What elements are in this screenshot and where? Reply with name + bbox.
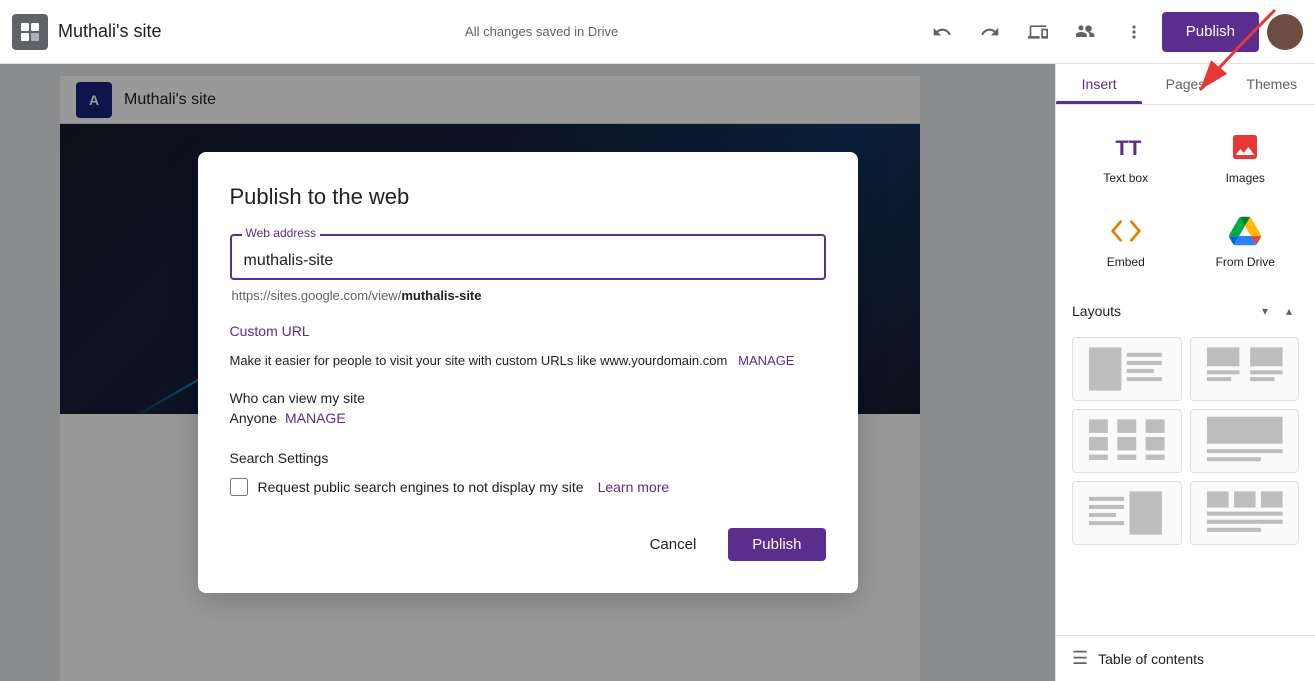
insert-from-drive[interactable]: From Drive — [1192, 205, 1300, 277]
drive-label: From Drive — [1216, 255, 1275, 269]
insert-text-box[interactable]: TT Text box — [1072, 121, 1180, 193]
canvas-area: A Muthali's site M Publish to the web We… — [0, 64, 1055, 681]
layout-item-2[interactable] — [1190, 337, 1300, 401]
header: Muthali's site All changes saved in Driv… — [0, 0, 1315, 64]
layout-item-5[interactable] — [1072, 481, 1182, 545]
header-logo: Muthali's site — [12, 14, 161, 50]
modal-actions: Cancel Publish — [230, 528, 826, 561]
modal-publish-button[interactable]: Publish — [728, 528, 825, 561]
insert-embed[interactable]: Embed — [1072, 205, 1180, 277]
cancel-button[interactable]: Cancel — [630, 528, 717, 561]
web-address-field: Web address — [230, 234, 826, 280]
sidebar-tabs: Insert Pages Themes — [1056, 64, 1315, 105]
drive-icon — [1227, 213, 1263, 249]
web-address-input[interactable] — [244, 252, 812, 270]
undo-button[interactable] — [922, 12, 962, 52]
toc-icon: ☰ — [1072, 648, 1088, 669]
expand-btn[interactable]: ▴ — [1279, 301, 1299, 321]
svg-text:TT: TT — [1115, 136, 1141, 160]
insert-images[interactable]: Images — [1192, 121, 1300, 193]
text-box-icon: TT — [1108, 129, 1144, 165]
main-layout: A Muthali's site M Publish to the web We… — [0, 64, 1315, 681]
text-box-label: Text box — [1103, 171, 1148, 185]
tab-insert[interactable]: Insert — [1056, 64, 1142, 104]
manage-view-link[interactable]: MANAGE — [285, 410, 346, 426]
web-address-label: Web address — [242, 226, 320, 240]
layout-item-4[interactable] — [1190, 409, 1300, 473]
layouts-label: Layouts — [1072, 303, 1121, 319]
header-right: Publish — [922, 12, 1303, 52]
toc-label: Table of contents — [1098, 651, 1204, 667]
who-view-section: Who can view my site Anyone MANAGE — [230, 390, 826, 426]
tab-pages[interactable]: Pages — [1142, 64, 1228, 104]
right-sidebar: Insert Pages Themes TT Text box — [1055, 64, 1315, 681]
app-logo-icon — [12, 14, 48, 50]
url-hint: https://sites.google.com/view/muthalis-s… — [230, 288, 826, 303]
layout-item-6[interactable] — [1190, 481, 1300, 545]
checkbox-row: Request public search engines to not dis… — [230, 478, 826, 496]
sidebar-content: TT Text box Images — [1056, 105, 1315, 635]
toc-row[interactable]: ☰ Table of contents — [1056, 635, 1315, 681]
search-engines-checkbox[interactable] — [230, 478, 248, 496]
save-status: All changes saved in Drive — [465, 24, 618, 39]
custom-url-desc: Make it easier for people to visit your … — [230, 351, 826, 371]
publish-header-button[interactable]: Publish — [1162, 12, 1259, 52]
modal-title: Publish to the web — [230, 184, 826, 210]
custom-url-link[interactable]: Custom URL — [230, 323, 826, 339]
collapse-btn[interactable]: ▾ — [1255, 301, 1275, 321]
who-view-row: Anyone MANAGE — [230, 410, 826, 426]
header-center: All changes saved in Drive — [161, 24, 921, 39]
layouts-section-bar: Layouts ▾ ▴ — [1072, 293, 1299, 329]
modal-overlay: Publish to the web Web address https://s… — [0, 64, 1055, 681]
more-button[interactable] — [1114, 12, 1154, 52]
manage-custom-url-link[interactable]: MANAGE — [738, 353, 794, 368]
search-settings-title: Search Settings — [230, 450, 826, 466]
images-label: Images — [1226, 171, 1265, 185]
preview-button[interactable] — [1018, 12, 1058, 52]
site-title: Muthali's site — [58, 21, 161, 42]
layouts-grid — [1072, 337, 1299, 545]
tab-themes[interactable]: Themes — [1229, 64, 1315, 104]
search-checkbox-label: Request public search engines to not dis… — [258, 479, 584, 495]
publish-modal: Publish to the web Web address https://s… — [198, 152, 858, 594]
layout-item-3[interactable] — [1072, 409, 1182, 473]
embed-icon — [1108, 213, 1144, 249]
url-prefix: https://sites.google.com/view/ — [232, 288, 402, 303]
images-icon — [1227, 129, 1263, 165]
who-view-title: Who can view my site — [230, 390, 826, 406]
who-view-value: Anyone — [230, 410, 277, 426]
avatar[interactable] — [1267, 14, 1303, 50]
share-button[interactable] — [1066, 12, 1106, 52]
learn-more-link[interactable]: Learn more — [598, 479, 670, 495]
search-settings-section: Search Settings Request public search en… — [230, 450, 826, 496]
redo-button[interactable] — [970, 12, 1010, 52]
expand-buttons: ▾ ▴ — [1255, 301, 1299, 321]
layout-item-1[interactable] — [1072, 337, 1182, 401]
embed-label: Embed — [1107, 255, 1145, 269]
url-suffix: muthalis-site — [401, 288, 481, 303]
insert-grid: TT Text box Images — [1072, 121, 1299, 277]
